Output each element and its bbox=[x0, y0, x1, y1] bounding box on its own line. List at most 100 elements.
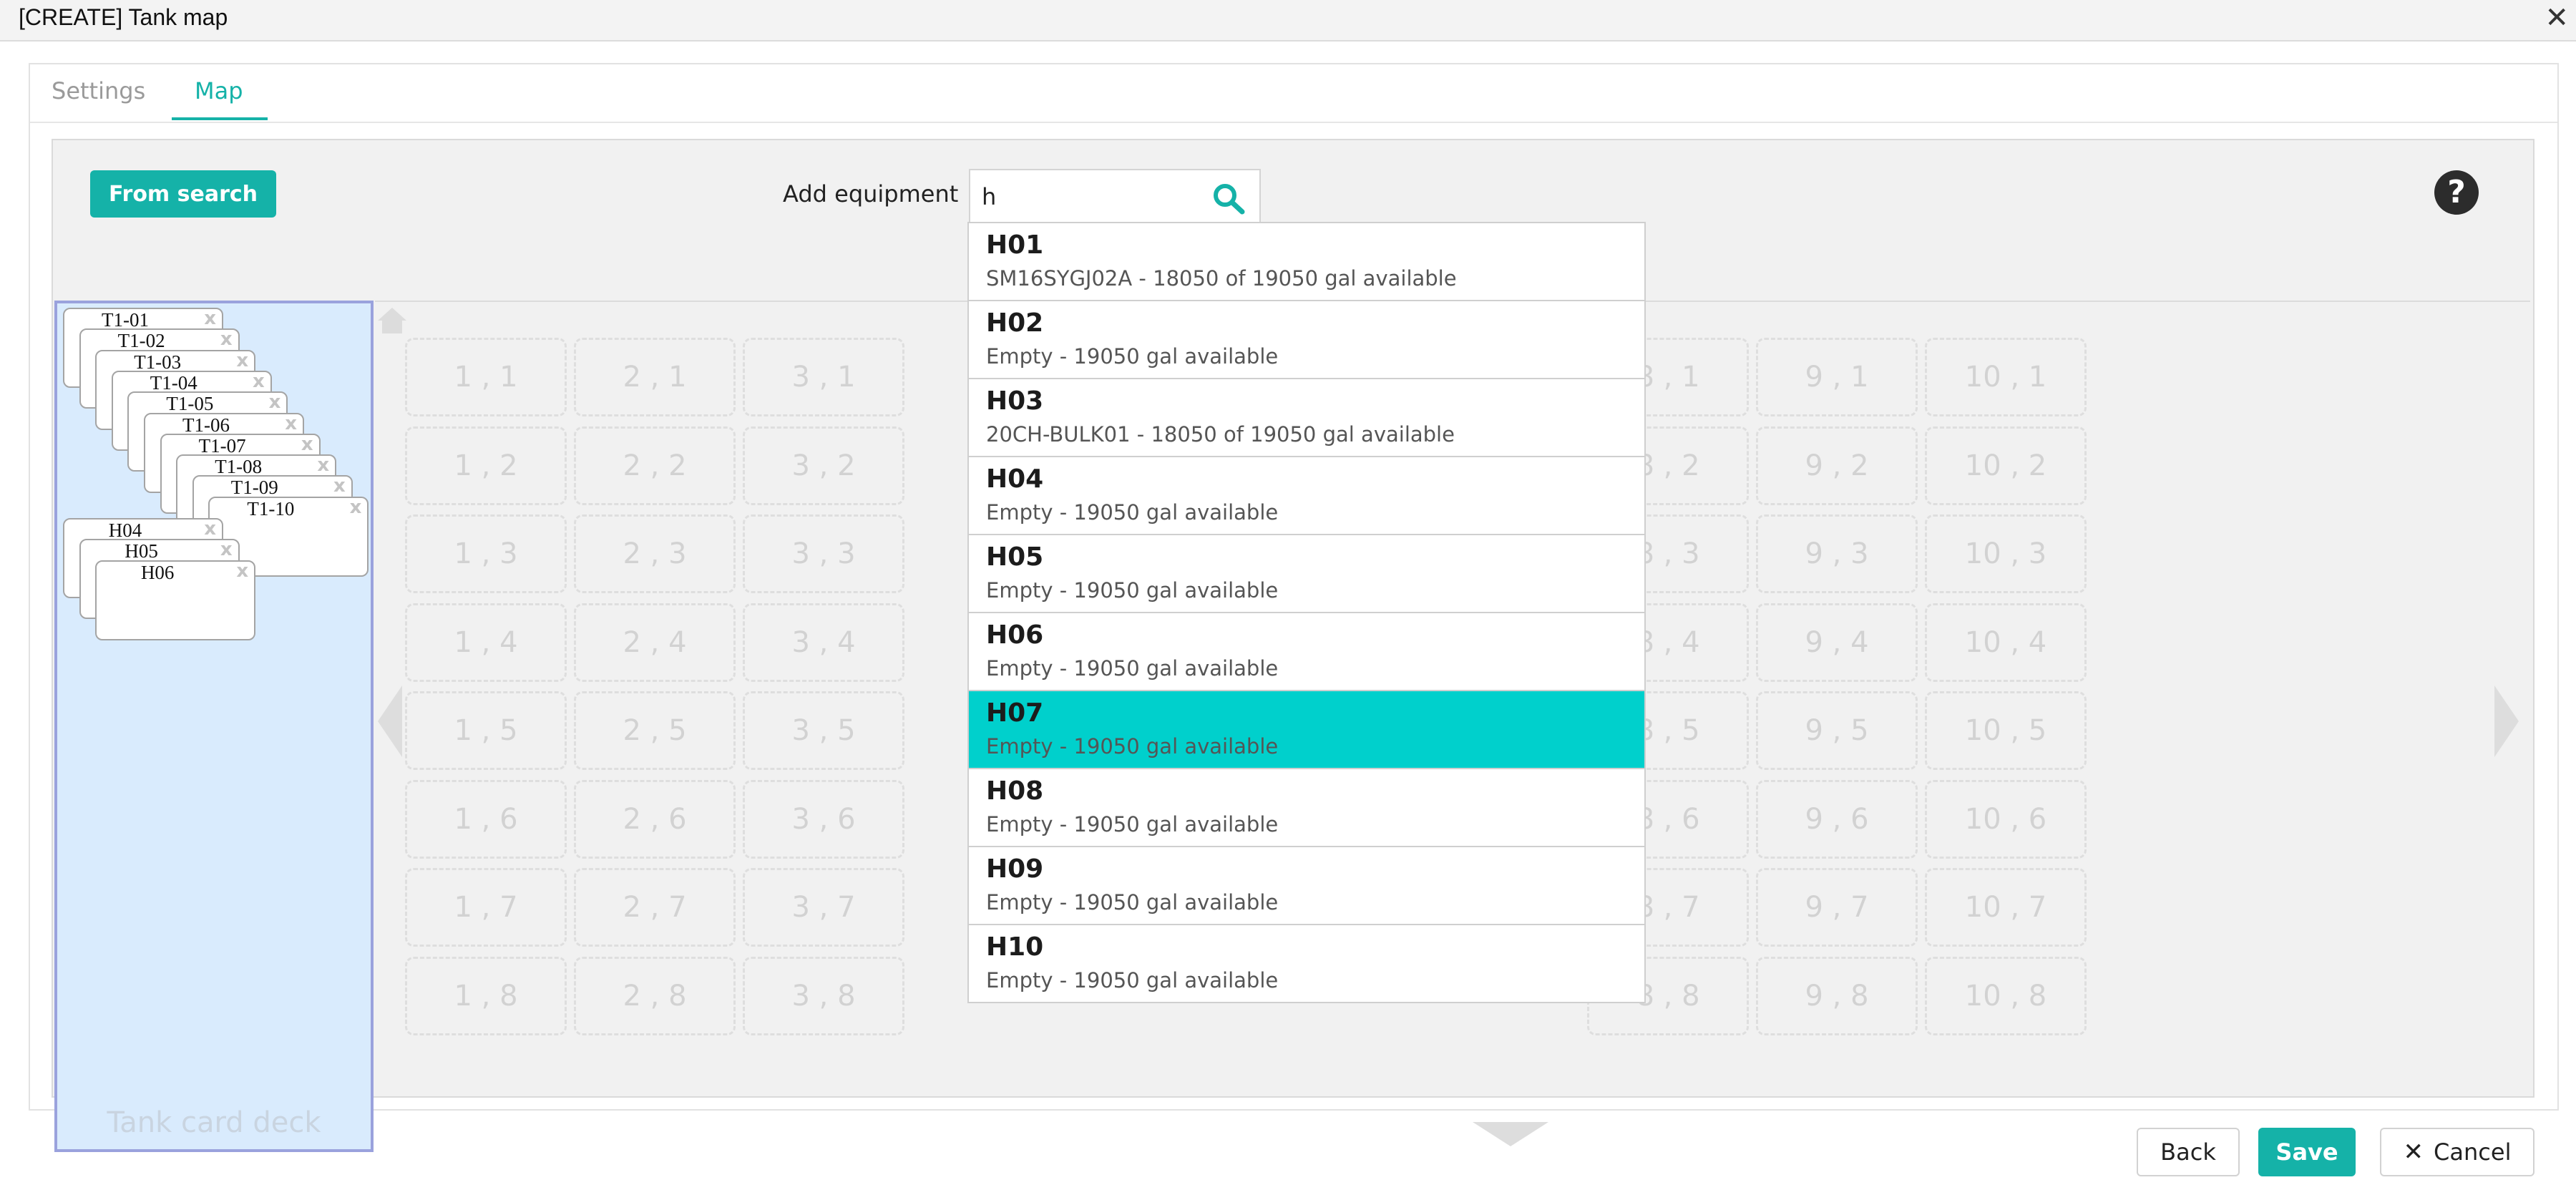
grid-slot[interactable]: 2 , 1 bbox=[574, 338, 736, 416]
home-icon[interactable] bbox=[376, 306, 408, 335]
grid-slot[interactable]: 10 , 3 bbox=[1925, 514, 2087, 593]
tank-card-label: T1-10 bbox=[247, 497, 295, 520]
suggestion-detail: 20CH-BULK01 - 18050 of 19050 gal availab… bbox=[986, 422, 1455, 447]
suggestion-name: H07 bbox=[986, 698, 1044, 728]
grid-slot[interactable]: 9 , 1 bbox=[1756, 338, 1918, 416]
active-tab-indicator bbox=[172, 117, 268, 120]
tab-bar: Settings Map bbox=[30, 64, 2557, 123]
grid-slot[interactable]: 3 , 8 bbox=[743, 956, 904, 1035]
tank-card-label: T1-05 bbox=[166, 393, 214, 415]
deck-label: Tank card deck bbox=[107, 1106, 321, 1139]
remove-card-icon[interactable]: x bbox=[317, 454, 329, 476]
grid-slot[interactable]: 9 , 5 bbox=[1756, 691, 1918, 770]
remove-card-icon[interactable]: x bbox=[301, 434, 313, 455]
grid-slot[interactable]: 1 , 6 bbox=[405, 779, 567, 859]
grid-slot[interactable]: 1 , 7 bbox=[405, 868, 567, 947]
tank-card-label: T1-06 bbox=[182, 414, 230, 436]
grid-slot[interactable]: 3 , 6 bbox=[743, 779, 904, 859]
remove-card-icon[interactable]: x bbox=[236, 560, 248, 582]
grid-slot[interactable]: 9 , 3 bbox=[1756, 514, 1918, 593]
grid-slot[interactable]: 9 , 4 bbox=[1756, 603, 1918, 682]
suggestion-name: H02 bbox=[986, 308, 1044, 338]
grid-slot[interactable]: 10 , 6 bbox=[1925, 779, 2087, 859]
suggestion-item[interactable]: H02 Empty - 19050 gal available bbox=[969, 301, 1644, 379]
suggestion-name: H05 bbox=[986, 542, 1044, 572]
grid-slot[interactable]: 2 , 7 bbox=[574, 868, 736, 947]
grid-slot[interactable]: 1 , 8 bbox=[405, 956, 567, 1035]
grid-slot[interactable]: 2 , 4 bbox=[574, 603, 736, 682]
remove-card-icon[interactable]: x bbox=[220, 539, 233, 560]
grid-slot[interactable]: 3 , 2 bbox=[743, 426, 904, 505]
grid-slot[interactable]: 10 , 1 bbox=[1925, 338, 2087, 416]
grid-slot[interactable]: 2 , 6 bbox=[574, 779, 736, 859]
suggestion-detail: SM16SYGJ02A - 18050 of 19050 gal availab… bbox=[986, 266, 1457, 291]
suggestion-item[interactable]: H08 Empty - 19050 gal available bbox=[969, 769, 1644, 847]
suggestion-item[interactable]: H03 20CH-BULK01 - 18050 of 19050 gal avai… bbox=[969, 379, 1644, 457]
grid-slot[interactable]: 10 , 4 bbox=[1925, 603, 2087, 682]
suggestion-item[interactable]: H07 Empty - 19050 gal available bbox=[969, 691, 1644, 769]
remove-card-icon[interactable]: x bbox=[269, 391, 281, 413]
suggestion-detail: Empty - 19050 gal available bbox=[986, 578, 1279, 603]
suggestion-item[interactable]: H05 Empty - 19050 gal available bbox=[969, 535, 1644, 613]
tab-settings[interactable]: Settings bbox=[52, 77, 145, 104]
remove-card-icon[interactable]: x bbox=[236, 350, 248, 371]
grid-slot[interactable]: 9 , 8 bbox=[1756, 956, 1918, 1035]
from-search-button[interactable]: From search bbox=[90, 170, 276, 218]
grid-slot[interactable]: 10 , 8 bbox=[1925, 956, 2087, 1035]
grid-slot[interactable]: 3 , 1 bbox=[743, 338, 904, 416]
grid-slot[interactable]: 3 , 5 bbox=[743, 691, 904, 770]
grid-slot[interactable]: 1 , 3 bbox=[405, 514, 567, 593]
remove-card-icon[interactable]: x bbox=[333, 475, 346, 497]
grid-slot[interactable]: 2 , 2 bbox=[574, 426, 736, 505]
remove-card-icon[interactable]: x bbox=[220, 328, 233, 350]
remove-card-icon[interactable]: x bbox=[204, 308, 216, 329]
grid-slot[interactable]: 10 , 2 bbox=[1925, 426, 2087, 505]
grid-slot[interactable]: 3 , 3 bbox=[743, 514, 904, 593]
scroll-left-arrow[interactable] bbox=[376, 686, 404, 760]
cancel-button[interactable]: ✕ Cancel bbox=[2380, 1128, 2534, 1176]
grid-slot[interactable]: 3 , 7 bbox=[743, 868, 904, 947]
scroll-right-arrow[interactable] bbox=[2493, 686, 2520, 760]
tank-card-label: H05 bbox=[125, 540, 158, 562]
grid-slot[interactable]: 2 , 5 bbox=[574, 691, 736, 770]
grid-slot[interactable]: 9 , 2 bbox=[1756, 426, 1918, 505]
grid-slot[interactable]: 1 , 1 bbox=[405, 338, 567, 416]
suggestion-item[interactable]: H09 Empty - 19050 gal available bbox=[969, 847, 1644, 925]
suggestion-item[interactable]: H06 Empty - 19050 gal available bbox=[969, 613, 1644, 691]
tank-card-label: T1-03 bbox=[134, 351, 182, 373]
tank-card-label: T1-09 bbox=[230, 477, 278, 499]
back-button[interactable]: Back bbox=[2137, 1128, 2240, 1176]
suggestion-item[interactable]: H10 Empty - 19050 gal available bbox=[969, 925, 1644, 1002]
remove-card-icon[interactable]: x bbox=[204, 518, 216, 540]
grid-slot[interactable]: 1 , 5 bbox=[405, 691, 567, 770]
grid-slot[interactable]: 3 , 4 bbox=[743, 603, 904, 682]
grid-slot[interactable]: 1 , 2 bbox=[405, 426, 567, 505]
suggestion-name: H04 bbox=[986, 464, 1044, 494]
remove-card-icon[interactable]: x bbox=[350, 497, 362, 518]
suggestion-name: H09 bbox=[986, 854, 1044, 884]
grid-slot[interactable]: 1 , 4 bbox=[405, 603, 567, 682]
grid-slot[interactable]: 10 , 7 bbox=[1925, 868, 2087, 947]
remove-card-icon[interactable]: x bbox=[285, 413, 297, 434]
suggestion-item[interactable]: H01 SM16SYGJ02A - 18050 of 19050 gal avai… bbox=[969, 223, 1644, 301]
search-icon[interactable] bbox=[1211, 182, 1246, 215]
suggestion-detail: Empty - 19050 gal available bbox=[986, 500, 1279, 525]
remove-card-icon[interactable]: x bbox=[253, 371, 265, 392]
grid-slot[interactable]: 10 , 5 bbox=[1925, 691, 2087, 770]
tank-card-label: H06 bbox=[140, 561, 175, 583]
tab-map[interactable]: Map bbox=[195, 77, 243, 104]
tank-card[interactable]: H06 x bbox=[95, 560, 256, 640]
grid-slot[interactable]: 2 , 3 bbox=[574, 514, 736, 593]
grid-slot[interactable]: 9 , 7 bbox=[1756, 868, 1918, 947]
tank-card-label: T1-02 bbox=[117, 330, 165, 352]
suggestion-item[interactable]: H04 Empty - 19050 gal available bbox=[969, 457, 1644, 535]
scroll-down-arrow[interactable] bbox=[1473, 1122, 1548, 1151]
save-button[interactable]: Save bbox=[2258, 1128, 2356, 1176]
question-icon[interactable]: ? bbox=[2434, 170, 2479, 215]
equipment-search-input[interactable] bbox=[980, 176, 1205, 218]
suggestion-name: H10 bbox=[986, 932, 1044, 962]
grid-slot[interactable]: 2 , 8 bbox=[574, 956, 736, 1035]
close-icon[interactable]: ✕ bbox=[2545, 1, 2569, 34]
equipment-suggestions-dropdown: H01 SM16SYGJ02A - 18050 of 19050 gal avai… bbox=[967, 222, 1646, 1003]
grid-slot[interactable]: 9 , 6 bbox=[1756, 779, 1918, 859]
